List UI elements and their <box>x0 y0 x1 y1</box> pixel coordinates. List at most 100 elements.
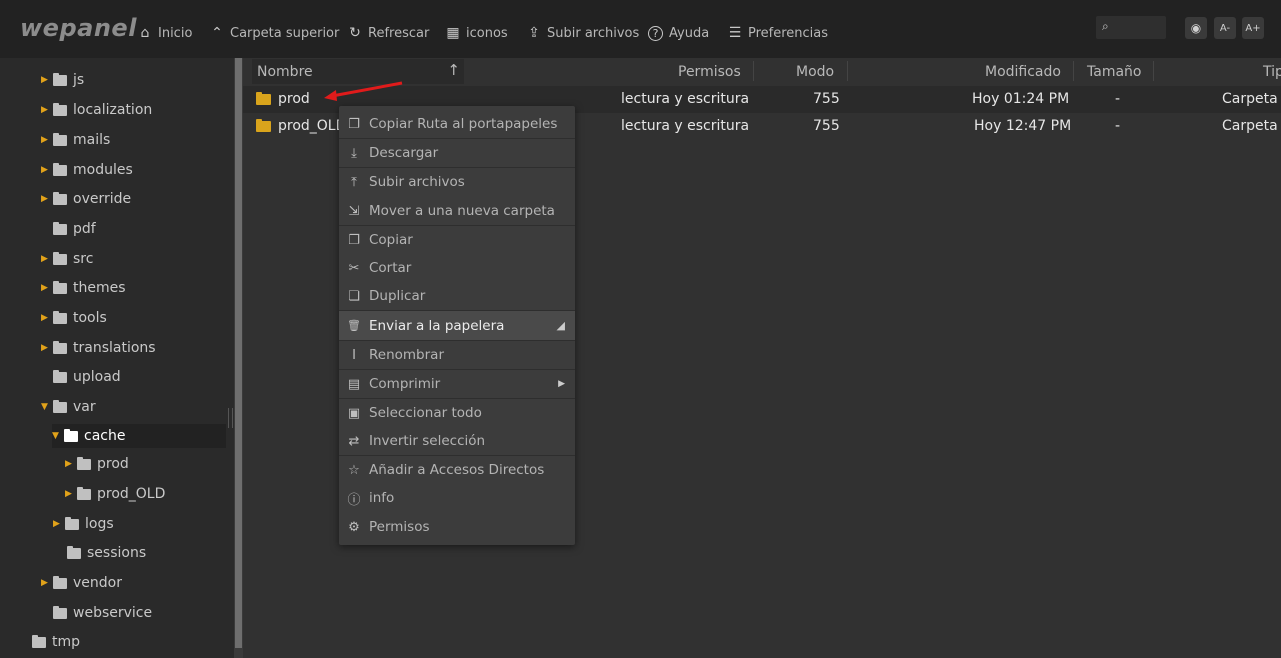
font-increase-button[interactable]: A+ <box>1242 17 1264 39</box>
tree-item-label: tools <box>73 310 107 326</box>
expand-icon[interactable]: ▶ <box>41 343 53 353</box>
menu-item-rename[interactable]: I Renombrar <box>339 341 575 369</box>
expand-icon[interactable]: ▶ <box>41 194 53 204</box>
tree-item-vendor[interactable]: ▶ vendor <box>41 571 122 595</box>
tree-item-tmp[interactable]: tmp <box>20 630 80 654</box>
menu-item-label: Descargar <box>369 145 439 161</box>
menu-item-select-all[interactable]: ▣ Seleccionar todo <box>339 399 575 427</box>
expand-icon[interactable]: ▶ <box>41 283 53 293</box>
tree-item-js[interactable]: ▶ js <box>41 68 84 92</box>
column-separator[interactable] <box>1153 61 1154 81</box>
column-separator[interactable] <box>1073 61 1074 81</box>
help-button[interactable]: ? Ayuda <box>648 23 709 43</box>
folder-icon <box>53 340 67 354</box>
column-label: Nombre <box>257 64 313 80</box>
tree-item-label: localization <box>73 102 153 118</box>
view-icons-button[interactable]: ▦ iconos <box>444 23 507 43</box>
menu-item-info[interactable]: ⓘ info <box>339 484 575 512</box>
column-header-size[interactable]: Tamaño <box>1087 64 1141 80</box>
tree-item-translations[interactable]: ▶ translations <box>41 336 156 360</box>
tree-item-modules[interactable]: ▶ modules <box>41 158 133 182</box>
menu-item-invert-selection[interactable]: ⇄ Invertir selección <box>339 427 575 455</box>
folder-icon <box>53 72 67 86</box>
menu-item-duplicate[interactable]: ❏ Duplicar <box>339 282 575 310</box>
tree-item-var[interactable]: ▼ var <box>41 395 96 419</box>
sidebar-scrollbar[interactable] <box>234 58 243 658</box>
refresh-button[interactable]: ↻ Refrescar <box>346 23 429 43</box>
preferences-button[interactable]: ☰ Preferencias <box>726 23 828 43</box>
font-decrease-button[interactable]: A- <box>1214 17 1236 39</box>
expand-icon[interactable]: ▶ <box>65 459 77 469</box>
expand-icon[interactable]: ▶ <box>41 165 53 175</box>
menu-item-download[interactable]: ⤓ Descargar <box>339 139 575 167</box>
annotation-arrow <box>324 81 403 101</box>
tree-item-label: sessions <box>87 545 147 561</box>
tree-item-webservice[interactable]: webservice <box>41 601 152 625</box>
tree-item-prod[interactable]: ▶ prod <box>65 452 129 476</box>
collapse-icon[interactable]: ▼ <box>41 402 53 412</box>
column-separator[interactable] <box>847 61 848 81</box>
expand-icon[interactable]: ▶ <box>53 519 65 529</box>
column-header-mode[interactable]: Modo <box>796 64 834 80</box>
scrollbar-thumb[interactable] <box>235 58 242 648</box>
tree-item-label: cache <box>84 428 126 444</box>
tree-item-override[interactable]: ▶ override <box>41 187 131 211</box>
menu-item-upload[interactable]: ⤒ Subir archivos <box>339 168 575 196</box>
upload-button[interactable]: ⇪ Subir archivos <box>525 23 639 43</box>
expand-icon[interactable]: ▶ <box>41 75 53 85</box>
move-folder-icon: ⇲ <box>348 203 360 219</box>
tree-item-label: js <box>73 72 85 88</box>
expand-icon[interactable]: ▶ <box>41 105 53 115</box>
menu-item-move-to-new-folder[interactable]: ⇲ Mover a una nueva carpeta <box>339 197 575 225</box>
parent-folder-button[interactable]: ⌃ Carpeta superior <box>208 23 339 43</box>
folder-icon <box>53 162 67 176</box>
tree-item-sessions[interactable]: sessions <box>55 541 146 565</box>
tree-item-prod-old[interactable]: ▶ prod_OLD <box>65 482 165 506</box>
duplicate-icon: ❏ <box>348 288 360 304</box>
sliders-icon: ☰ <box>728 25 742 41</box>
tree-item-label: prod <box>97 456 129 472</box>
menu-item-add-shortcut[interactable]: ☆ Añadir a Accesos Directos <box>339 456 575 484</box>
tree-item-tools[interactable]: ▶ tools <box>41 306 107 330</box>
view-toggle-button[interactable]: ◉ <box>1185 17 1207 39</box>
home-button[interactable]: ⌂ Inicio <box>136 23 193 43</box>
help-icon: ? <box>648 25 663 41</box>
select-all-icon: ▣ <box>347 405 361 421</box>
expand-icon[interactable]: ▶ <box>41 578 53 588</box>
tree-item-src[interactable]: ▶ src <box>41 247 93 271</box>
tree-item-logs[interactable]: ▶ logs <box>53 512 114 536</box>
column-header-permissions[interactable]: Permisos <box>678 64 741 80</box>
expand-icon[interactable]: ▶ <box>65 489 77 499</box>
menu-item-copy-path[interactable]: ❐ Copiar Ruta al portapapeles <box>339 110 575 138</box>
menu-item-send-to-trash[interactable]: 🗑 Enviar a la papelera ◢ <box>339 311 575 340</box>
chevron-up-icon: ⌃ <box>211 25 223 41</box>
folder-icon <box>67 545 81 559</box>
search-input[interactable]: ⌕ <box>1096 16 1166 39</box>
expand-icon[interactable]: ▶ <box>41 313 53 323</box>
upload-label: Subir archivos <box>547 25 640 41</box>
tree-item-cache[interactable]: ▼ cache <box>52 424 226 448</box>
tree-item-mails[interactable]: ▶ mails <box>41 128 110 152</box>
menu-item-copy[interactable]: ❐ Copiar <box>339 226 575 254</box>
folder-icon <box>53 605 67 619</box>
menu-item-label: info <box>369 490 395 506</box>
column-header-type[interactable]: Tip <box>1263 64 1281 80</box>
menu-item-cut[interactable]: ✂ Cortar <box>339 254 575 282</box>
tree-item-upload[interactable]: upload <box>41 365 121 389</box>
collapse-icon[interactable]: ▼ <box>52 431 64 441</box>
tree-item-localization[interactable]: ▶ localization <box>41 98 152 122</box>
tree-item-pdf[interactable]: pdf <box>41 217 96 241</box>
file-size: - <box>1115 91 1121 107</box>
menu-item-label: Añadir a Accesos Directos <box>369 462 545 478</box>
expand-icon[interactable]: ▶ <box>41 135 53 145</box>
column-header-modified[interactable]: Modificado <box>985 64 1061 80</box>
column-separator[interactable] <box>753 61 754 81</box>
file-type: Carpeta <box>1222 118 1278 134</box>
folder-icon <box>53 575 67 589</box>
menu-item-compress[interactable]: ▤ Comprimir ▶ <box>339 370 575 398</box>
help-label: Ayuda <box>669 25 710 41</box>
tree-item-themes[interactable]: ▶ themes <box>41 276 126 300</box>
expand-icon[interactable]: ▶ <box>41 254 53 264</box>
resize-handle[interactable] <box>228 408 233 428</box>
menu-item-permissions[interactable]: ⚙ Permisos <box>339 513 575 541</box>
